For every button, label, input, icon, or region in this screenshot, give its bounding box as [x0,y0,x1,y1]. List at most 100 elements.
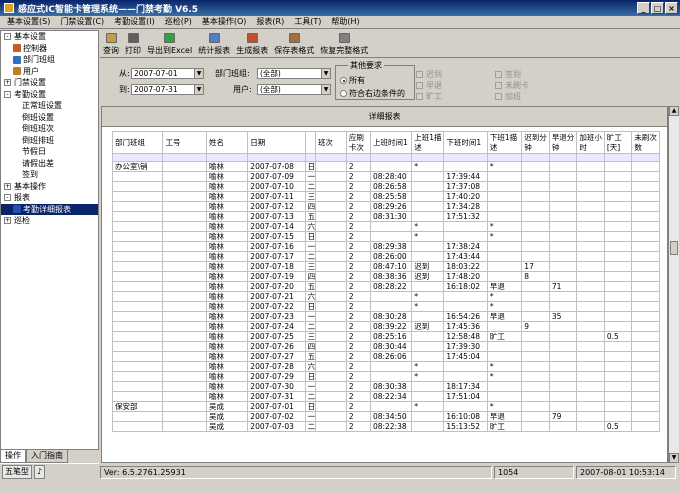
column-header[interactable]: 应刷卡次 [345,131,371,154]
column-header[interactable]: 日期 [247,131,306,154]
filter-cell[interactable] [304,153,316,162]
column-header[interactable]: 工号 [162,131,208,154]
tree-item[interactable]: 考勤详细报表 [1,203,98,215]
table-row[interactable]: 喻林 2007-07-12 四 2 08:29:26 17:34:28 [112,201,660,212]
user-select[interactable]: (全部) ▼ [257,84,331,95]
table-row[interactable]: 喻林 2007-07-31 二 2 08:22:34 17:51:04 [112,391,660,402]
table-row[interactable]: 喻林 2007-07-20 五 2 08:28:22 16:18:02 早退 71 [112,281,660,292]
tree-item[interactable]: + 巡检 [1,215,98,227]
table-row[interactable]: 喻林 2007-07-14 六 2 * * [112,221,660,232]
table-row[interactable]: 喻林 2007-07-29 日 2 * * [112,371,660,382]
toolbar-button-4[interactable]: 生成报表 [233,30,271,58]
table-row[interactable]: 喻林 2007-07-23 一 2 08:30:28 16:54:26 早退 35 [112,311,660,322]
vertical-scrollbar[interactable]: ▲ ▼ [668,106,679,463]
checkbox-overtime[interactable]: 加班 [495,91,521,102]
radio-match[interactable]: 符合右边条件的 [340,88,405,99]
left-tab-1[interactable]: 入门指南 [26,450,68,463]
column-header[interactable]: 下班时间1 [443,131,488,154]
filter-cell[interactable] [162,153,208,162]
filter-cell[interactable] [603,153,633,162]
toolbar-button-3[interactable]: 统计报表 [195,30,233,58]
tree-item[interactable]: - 报表 [1,192,98,204]
table-row[interactable]: 吴成 2007-07-02 一 2 08:34:50 16:10:08 早退 79 [112,411,660,422]
table-row[interactable]: 喻林 2007-07-25 三 2 08:25:16 12:58:48 旷工 0.5 [112,331,660,342]
column-header[interactable]: 上班1描述 [411,131,445,154]
column-header[interactable]: 早退分钟 [548,131,578,154]
tree-item[interactable]: - 考勤设置 [1,89,98,101]
menu-item-3[interactable]: 巡检(P) [160,16,197,28]
column-header[interactable]: 上班时间1 [369,131,413,154]
checkbox-late[interactable]: 迟到 [416,69,442,80]
column-header[interactable]: 迟到分钟 [521,131,550,154]
checkbox-absent[interactable]: 旷工 [416,91,442,102]
close-button[interactable]: × [665,2,678,14]
filter-cell[interactable] [247,153,306,162]
radio-all[interactable]: 所有 [340,75,365,86]
collapse-icon[interactable]: - [4,33,11,41]
column-header[interactable]: 未刷次数 [631,131,660,154]
tree-item[interactable]: 控制器 [1,43,98,55]
table-row[interactable]: 喻林 2007-07-19 四 2 08:38:36 迟到 17:48:20 8 [112,271,660,282]
table-row[interactable]: 喻林 2007-07-09 一 2 08:28:40 17:39:44 [112,171,660,182]
table-row[interactable]: 保安部 吴成 2007-07-01 日 2 * * [112,401,660,412]
filter-cell[interactable] [369,153,413,162]
toolbar-button-2[interactable]: 导出到Excel [144,30,195,58]
column-header[interactable]: 班次 [314,131,347,154]
toolbar-button-1[interactable]: 打印 [122,30,144,58]
table-row[interactable]: 喻林 2007-07-27 五 2 08:26:06 17:45:04 [112,351,660,362]
tree-item[interactable]: - 基本设置 [1,31,98,43]
column-header[interactable]: 下班1描述 [486,131,523,154]
minimize-button[interactable]: _ [637,2,650,14]
checkbox-early[interactable]: 早退 [416,80,442,91]
table-row[interactable]: 喻林 2007-07-22 日 2 * * [112,301,660,312]
table-row[interactable]: 喻林 2007-07-21 六 2 * * [112,291,660,302]
collapse-icon[interactable]: - [4,90,11,98]
maximize-button[interactable]: □ [651,2,664,14]
menu-item-6[interactable]: 工具(T) [289,16,326,28]
tree-item[interactable]: 正常班设置 [1,100,98,112]
toolbar-button-0[interactable]: 查询 [100,30,122,58]
menu-item-1[interactable]: 门禁设置(C) [55,16,109,28]
filter-cell[interactable] [576,153,605,162]
toolbar-button-5[interactable]: 保存表格式 [271,30,317,58]
table-row[interactable]: 喻林 2007-07-15 日 2 * * [112,231,660,242]
table-row[interactable]: 吴成 2007-07-03 二 2 08:22:38 15:13:52 旷工 0.5 [112,421,660,432]
column-header[interactable]: 加班小时 [576,131,605,154]
tree-item[interactable]: 签到 [1,169,98,181]
to-date-picker[interactable]: 2007-07-31 ▼ [131,84,204,95]
table-row[interactable]: 喻林 2007-07-26 四 2 08:30:44 17:39:30 [112,341,660,352]
checkbox-noswipe[interactable]: 未刷卡 [495,80,529,91]
filter-cell[interactable] [631,153,660,162]
left-tab-0[interactable]: 操作 [0,450,26,463]
tree-item[interactable]: 倒班设置 [1,112,98,124]
filter-cell[interactable] [314,153,347,162]
menu-item-4[interactable]: 基本操作(O) [197,16,252,28]
toolbar-button-6[interactable]: 恢复完整格式 [317,30,371,58]
expand-icon[interactable]: + [4,182,11,190]
filter-cell[interactable] [521,153,550,162]
checkbox-signin[interactable]: 签到 [495,69,521,80]
filter-cell[interactable] [443,153,488,162]
report-grid[interactable]: 部门班组 工号 姓名 日期 班次 应刷卡次 上班时间1 上班1描述 下班时间1 下班1描述 迟到分钟… [112,131,660,462]
filter-cell[interactable] [411,153,445,162]
tree-item[interactable]: + 门禁设置 [1,77,98,89]
table-row[interactable]: 喻林 2007-07-28 六 2 * * [112,361,660,372]
column-header[interactable]: 部门班组 [112,131,164,154]
table-row[interactable]: 喻林 2007-07-13 五 2 08:31:30 17:51:32 [112,211,660,222]
scroll-down-icon[interactable]: ▼ [669,453,679,463]
table-row[interactable]: 喻林 2007-07-10 二 2 08:26:58 17:37:08 [112,181,660,192]
tree-item[interactable]: 节假日 [1,146,98,158]
filter-cell[interactable] [486,153,523,162]
menu-item-7[interactable]: 帮助(H) [326,16,364,28]
collapse-icon[interactable]: - [4,194,11,202]
table-row[interactable]: 喻林 2007-07-30 一 2 08:30:38 18:17:34 [112,381,660,392]
filter-cell[interactable] [548,153,578,162]
menu-item-5[interactable]: 报表(R) [251,16,289,28]
table-row[interactable]: 喻林 2007-07-16 一 2 08:29:38 17:38:24 [112,241,660,252]
tree-item[interactable]: 请假出差 [1,158,98,170]
table-row[interactable]: 喻林 2007-07-18 三 2 08:47:10 迟到 18:03:22 17 [112,261,660,272]
column-header[interactable]: 旷工[天] [603,131,633,154]
expand-icon[interactable]: + [4,79,11,87]
table-row[interactable]: 喻林 2007-07-11 三 2 08:25:58 17:40:20 [112,191,660,202]
tree-item[interactable]: + 基本操作 [1,181,98,193]
